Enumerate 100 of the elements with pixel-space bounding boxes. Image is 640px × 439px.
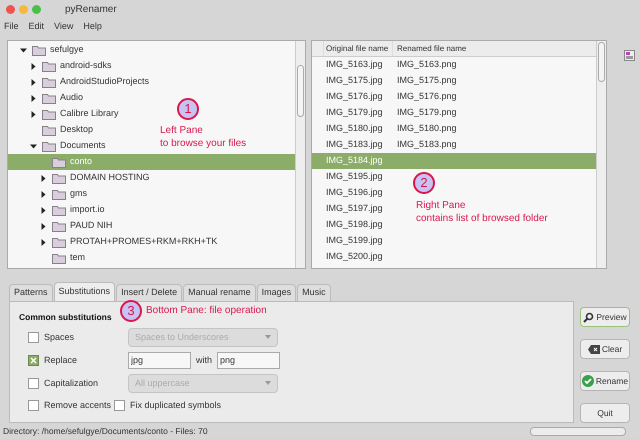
quit-button[interactable]: Quit (580, 403, 630, 423)
image-icon[interactable] (624, 50, 635, 61)
table-cell-text: IMG_5180.png (396, 122, 458, 136)
folder-name[interactable]: gms (70, 187, 88, 201)
checkbox-label: Replace (44, 354, 78, 367)
column-header[interactable]: Renamed file name (393, 41, 470, 56)
table-cell-text: IMG_5200.jpg (325, 250, 384, 264)
folder-icon (42, 92, 56, 104)
input-field[interactable]: png (217, 352, 280, 369)
folder-name[interactable]: Desktop (60, 123, 94, 137)
table-cell-text: IMG_5195.jpg (325, 170, 384, 184)
table-cell-text: IMG_5183.jpg (325, 138, 384, 152)
callout-text: Right Pane contains list of browsed folder (416, 199, 548, 225)
search-icon (583, 312, 594, 322)
folder-icon (42, 60, 56, 72)
folder-name[interactable]: Documents (60, 139, 106, 153)
collapsed-arrow-icon[interactable] (30, 78, 36, 86)
folder-icon (32, 44, 46, 56)
table-cell-text: IMG_5175.jpg (325, 74, 384, 88)
table-cell-text: IMG_5198.jpg (325, 218, 384, 232)
folder-name[interactable]: Audio (60, 91, 84, 105)
tab[interactable]: Patterns (9, 284, 53, 301)
menu-item[interactable]: View (54, 20, 74, 34)
tab[interactable]: Music (297, 284, 331, 301)
checkbox-label: Capitalization (44, 376, 98, 390)
folder-icon (52, 156, 66, 168)
table-cell-text: IMG_5163.png (396, 58, 458, 72)
folder-name[interactable]: android-sdks (60, 59, 112, 73)
section-heading: Common substitutions (19, 311, 113, 324)
folder-icon (52, 236, 66, 248)
table-cell-text: IMG_5197.jpg (325, 202, 384, 216)
collapsed-arrow-icon[interactable] (40, 222, 46, 230)
table-cell-text: IMG_5179.png (396, 106, 458, 120)
scrollbar[interactable] (295, 41, 305, 268)
column-header[interactable]: Original file name (324, 41, 393, 56)
scrollbar[interactable] (596, 41, 606, 268)
checkbox[interactable] (28, 354, 39, 366)
table-cell-text: IMG_5184.jpg (325, 154, 384, 168)
tab[interactable]: Insert / Delete (116, 284, 182, 301)
folder-icon (52, 188, 66, 200)
collapsed-arrow-icon[interactable] (30, 110, 36, 118)
folder-icon (52, 172, 66, 184)
checkbox[interactable] (28, 400, 39, 411)
check-icon (30, 356, 37, 364)
collapsed-arrow-icon[interactable] (30, 62, 36, 70)
tab[interactable]: Manual rename (183, 284, 256, 301)
table-cell-text: IMG_5180.jpg (325, 122, 384, 136)
folder-name[interactable]: PROTAH+PROMES+RKM+RKH+TK (70, 235, 218, 249)
folder-icon (42, 108, 56, 120)
window-title: pyRenamer (65, 2, 117, 16)
tab[interactable]: Substitutions (54, 282, 116, 301)
table-cell-text: IMG_5199.jpg (325, 234, 384, 248)
checkbox[interactable] (28, 378, 39, 389)
collapsed-arrow-icon[interactable] (30, 94, 36, 102)
status-text: Directory: /home/sefulgye/Documents/conto - Files: 70 (3, 424, 208, 438)
checkbox[interactable] (114, 400, 125, 411)
folder-icon (42, 124, 56, 136)
collapsed-arrow-icon[interactable] (40, 190, 46, 198)
checkbox-label: Remove accents (44, 398, 112, 412)
folder-name[interactable]: import.io (70, 203, 105, 217)
menu-item[interactable]: Help (83, 20, 102, 34)
menu-item[interactable]: File (4, 20, 19, 34)
caret-icon (265, 335, 271, 340)
checkbox-label: Spaces (44, 330, 74, 344)
checkbox[interactable] (28, 332, 39, 343)
collapsed-arrow-icon[interactable] (40, 206, 46, 214)
folder-icon (42, 76, 56, 88)
folder-name[interactable]: Calibre Library (60, 107, 119, 121)
folder-name[interactable]: DOMAIN HOSTING (70, 171, 150, 185)
expanded-arrow-icon[interactable] (20, 46, 26, 54)
folder-name[interactable]: tem (70, 251, 86, 265)
field-label: with (196, 354, 212, 366)
table-cell-text: IMG_5179.jpg (325, 106, 384, 120)
folder-icon (52, 220, 66, 232)
folder-name[interactable]: AndroidStudioProjects (60, 75, 150, 89)
preview-button[interactable]: Preview (580, 307, 630, 327)
folder-icon (52, 252, 66, 264)
callout-text: Bottom Pane: file operation (146, 304, 267, 317)
input-field[interactable]: jpg (128, 352, 191, 369)
callout-text: Left Pane to browse your files (160, 124, 246, 150)
table-cell-text: IMG_5183.png (396, 138, 458, 152)
collapsed-arrow-icon[interactable] (40, 174, 46, 182)
expanded-arrow-icon[interactable] (30, 142, 36, 150)
folder-icon (42, 140, 56, 152)
folder-name[interactable]: sefulgye (50, 43, 84, 57)
check-circle-icon (582, 375, 594, 387)
backspace-icon (588, 344, 600, 354)
table-cell-text: IMG_5196.jpg (325, 186, 384, 200)
table-cell-text: IMG_5176.jpg (325, 90, 384, 104)
collapsed-arrow-icon[interactable] (40, 238, 46, 246)
folder-name[interactable]: PAUD NIH (70, 219, 112, 233)
table-cell-text: IMG_5163.jpg (325, 58, 384, 72)
menu-item[interactable]: Edit (28, 20, 44, 34)
folder-icon (52, 204, 66, 216)
table-cell-text: IMG_5175.png (396, 74, 458, 88)
tab[interactable]: Images (256, 284, 296, 301)
clear-button[interactable]: Clear (580, 339, 630, 359)
rename-button[interactable]: Rename (580, 371, 630, 391)
table-cell-text: IMG_5176.png (396, 90, 458, 104)
checkbox-label: Fix duplicated symbols (130, 398, 222, 412)
